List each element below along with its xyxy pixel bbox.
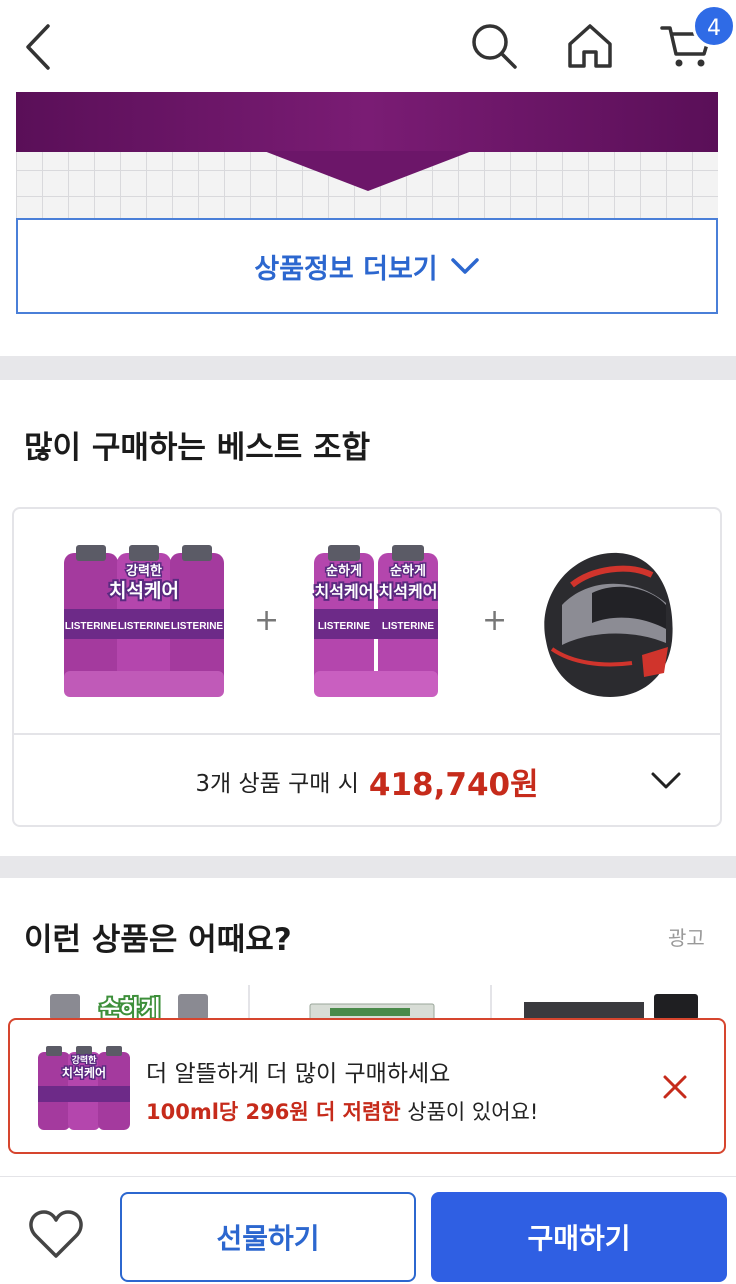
ad-label[interactable]: 광고 <box>668 922 705 951</box>
section-divider <box>0 856 736 878</box>
combo-product-images: LISTERINE LISTERINE LISTERINE 강력한 치석케어 +… <box>12 507 722 735</box>
chevron-down-icon <box>450 258 479 274</box>
svg-text:순하게: 순하게 <box>100 997 161 1020</box>
svg-text:치석케어: 치석케어 <box>379 582 438 601</box>
recommend-product-image[interactable]: 순하게 <box>44 990 214 1020</box>
best-combo-title: 많이 구매하는 베스트 조합 <box>24 430 371 466</box>
section-divider <box>0 356 736 380</box>
toast-product-image: 강력한 치석케어 <box>38 1046 130 1130</box>
cart-count-badge: 4 <box>692 4 736 48</box>
svg-text:순하게: 순하게 <box>390 563 426 579</box>
svg-text:강력한: 강력한 <box>72 1054 98 1066</box>
toast-subline-rest: 상품이 있어요! <box>400 1100 539 1124</box>
product-detail-image <box>16 92 718 218</box>
back-icon[interactable] <box>18 22 62 72</box>
combo-summary[interactable]: 3개 상품 구매 시 418,740원 <box>12 735 722 827</box>
product-image-mouthwash-plus[interactable]: LISTERINE LISTERINE LISTERINE 강력한 치석케어 <box>60 545 232 701</box>
gift-button[interactable]: 선물하기 <box>120 1192 416 1282</box>
detail-banner-arrow <box>264 151 472 191</box>
toast-highlight: 100ml당 296원 더 저렴한 <box>146 1100 401 1124</box>
close-icon[interactable] <box>660 1072 690 1102</box>
svg-text:치석케어: 치석케어 <box>109 580 179 602</box>
combo-summary-text: 3개 상품 구매 시 <box>195 771 359 797</box>
heart-icon[interactable] <box>28 1210 84 1260</box>
plus-sign: + <box>254 603 280 638</box>
search-icon[interactable] <box>468 20 520 72</box>
upsell-toast[interactable]: 강력한 치석케어 더 알뜰하게 더 많이 구매하세요 100ml당 296원 더… <box>8 1018 726 1154</box>
svg-text:LISTERINE: LISTERINE <box>118 621 171 632</box>
home-icon[interactable] <box>564 20 616 72</box>
top-navigation-bar: 4 <box>0 0 736 92</box>
svg-text:LISTERINE: LISTERINE <box>318 621 371 632</box>
svg-text:LISTERINE: LISTERINE <box>171 621 224 632</box>
svg-text:강력한: 강력한 <box>126 563 162 579</box>
product-image-mouthwash-total-care[interactable]: LISTERINE LISTERINE 순하게 순하게 치석케어 치석케어 <box>302 545 446 701</box>
chevron-down-icon[interactable] <box>650 770 682 792</box>
recommend-title: 이런 상품은 어때요? <box>24 922 292 958</box>
product-image-helmet[interactable] <box>532 545 678 701</box>
recommend-product-image[interactable] <box>524 990 704 1020</box>
svg-text:LISTERINE: LISTERINE <box>382 621 435 632</box>
toast-headline: 더 알뜰하게 더 많이 구매하세요 <box>146 1061 451 1087</box>
plus-sign: + <box>482 603 508 638</box>
more-info-label: 상품정보 더보기 <box>254 253 438 285</box>
more-info-button[interactable]: 상품정보 더보기 <box>16 218 718 314</box>
buy-button[interactable]: 구매하기 <box>431 1192 727 1282</box>
svg-text:치석케어: 치석케어 <box>62 1065 106 1080</box>
svg-text:순하게: 순하게 <box>326 563 362 579</box>
toast-subline: 100ml당 296원 더 저렴한 상품이 있어요! <box>146 1096 538 1126</box>
svg-text:LISTERINE: LISTERINE <box>65 621 118 632</box>
combo-total-price: 418,740원 <box>368 766 539 803</box>
svg-text:치석케어: 치석케어 <box>315 582 374 601</box>
detail-banner-purple <box>16 92 718 152</box>
